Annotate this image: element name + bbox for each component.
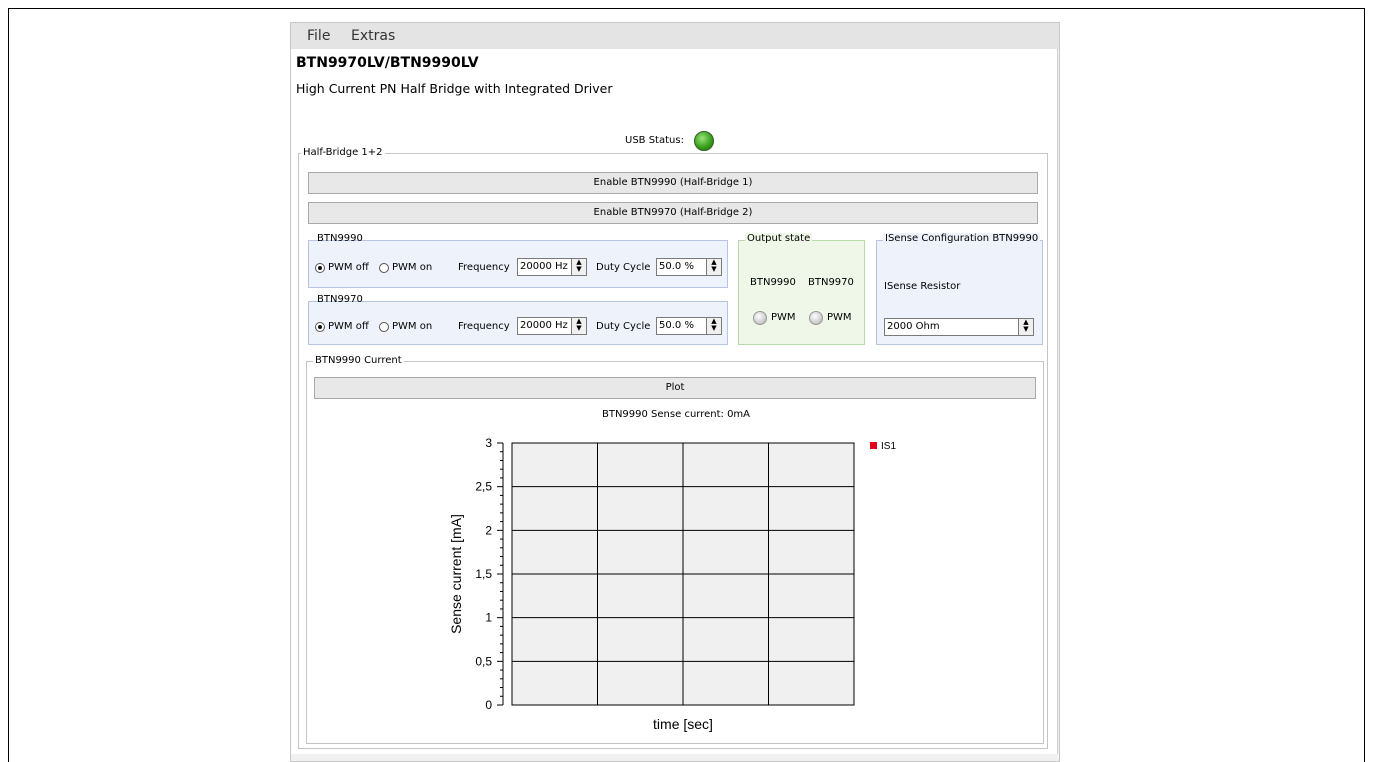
btn9970-duty-label: Duty Cycle: [596, 321, 651, 332]
btn9990-duty-value: 50.0 %: [659, 261, 694, 272]
btn9990-pwm-off-radio[interactable]: [315, 263, 325, 273]
btn9970-frequency-spinbox[interactable]: 20000 Hz ▲ ▼: [517, 317, 587, 335]
plot-button[interactable]: Plot: [314, 377, 1036, 399]
menu-extras[interactable]: Extras: [351, 28, 395, 44]
btn9970-frequency-label: Frequency: [458, 321, 510, 332]
page-title: BTN9970LV/BTN9990LV: [296, 55, 479, 71]
btn9970-duty-value: 50.0 %: [659, 320, 694, 331]
btn9970-pwm-on-radio[interactable]: [379, 322, 389, 332]
y-tick-label: 2: [485, 523, 492, 537]
btn9970-pwm-off-radio[interactable]: [315, 322, 325, 332]
spin-arrows-icon[interactable]: ▲ ▼: [706, 318, 721, 334]
half-bridge-group: Half-Bridge 1+2 Enable BTN9990 (Half-Bri…: [298, 147, 1048, 749]
app-window: File Extras BTN9970LV/BTN9990LV High Cur…: [290, 22, 1060, 762]
btn9970-pwm-led-label: PWM: [827, 312, 852, 323]
btn9970-pwm-led-icon: [809, 311, 823, 325]
isense-config-title: ISense Configuration BTN9990: [883, 233, 1041, 244]
isense-config-box: ISense Configuration BTN9990 ISense Resi…: [876, 233, 1043, 345]
enable-btn9990-button[interactable]: Enable BTN9990 (Half-Bridge 1): [308, 172, 1038, 194]
enable-btn9970-button[interactable]: Enable BTN9970 (Half-Bridge 2): [308, 202, 1038, 224]
btn9990-config-box: BTN9990 PWM off PWM on Frequency 20000 H…: [308, 233, 728, 288]
y-tick-label: 0,5: [475, 654, 492, 668]
btn9990-pwm-on-radio[interactable]: [379, 263, 389, 273]
legend-is1-label: IS1: [881, 441, 896, 452]
btn9990-frequency-label: Frequency: [458, 262, 510, 273]
output-state-col-btn9990: BTN9990: [750, 277, 796, 288]
spin-arrows-icon[interactable]: ▲ ▼: [706, 259, 721, 275]
btn9990-pwm-led-label: PWM: [771, 312, 796, 323]
isense-resistor-select[interactable]: 2000 Ohm ▲ ▼: [884, 318, 1034, 336]
btn9970-frequency-value: 20000 Hz: [520, 320, 568, 331]
y-tick-label: 1,5: [475, 567, 492, 581]
btn9990-pwm-led-icon: [753, 311, 767, 325]
menu-bar: File Extras: [291, 23, 1059, 49]
outer-frame-right: [1364, 8, 1365, 762]
legend-is1-swatch: [870, 442, 877, 449]
outer-frame-left: [8, 8, 9, 762]
btn9990-title: BTN9990: [317, 233, 363, 244]
y-tick-label: 0: [485, 698, 492, 712]
y-axis-label: Sense current [mA]: [448, 514, 464, 634]
spin-arrows-icon[interactable]: ▲ ▼: [571, 318, 586, 334]
btn9990-duty-spinbox[interactable]: 50.0 % ▲ ▼: [656, 258, 722, 276]
sense-current-chart: 0 0,5 1 1,5 2 2,5 3 Sense current [mA] time [s…: [448, 436, 896, 732]
btn9970-title: BTN9970: [317, 294, 363, 305]
btn9990-duty-label: Duty Cycle: [596, 262, 651, 273]
current-group-title: BTN9990 Current: [313, 355, 404, 366]
main-content: BTN9970LV/BTN9990LV High Current PN Half…: [291, 49, 1058, 754]
btn9990-frequency-spinbox[interactable]: 20000 Hz ▲ ▼: [517, 258, 587, 276]
page-subtitle: High Current PN Half Bridge with Integra…: [296, 81, 613, 96]
isense-resistor-label: ISense Resistor: [884, 281, 961, 292]
btn9970-pwm-off-label: PWM off: [328, 321, 369, 332]
btn9970-pwm-on-label: PWM on: [392, 321, 433, 332]
btn9970-config-box: BTN9970 PWM off PWM on Frequency 20000 H…: [308, 294, 728, 345]
current-group: BTN9990 Current Plot BTN9990 Sense curre…: [306, 355, 1044, 744]
y-tick-label: 2,5: [475, 480, 492, 494]
sense-current-readout: BTN9990 Sense current: 0mA: [601, 409, 751, 420]
y-tick-label: 3: [485, 436, 492, 450]
half-bridge-group-title: Half-Bridge 1+2: [301, 147, 385, 158]
output-state-col-btn9970: BTN9970: [808, 277, 854, 288]
isense-resistor-value: 2000 Ohm: [887, 321, 940, 332]
btn9990-pwm-on-label: PWM on: [392, 262, 433, 273]
output-state-box: Output state BTN9990 BTN9970 PWM PWM: [738, 233, 865, 345]
spin-arrows-icon[interactable]: ▲ ▼: [1018, 319, 1033, 335]
btn9970-duty-spinbox[interactable]: 50.0 % ▲ ▼: [656, 317, 722, 335]
output-state-title: Output state: [745, 233, 813, 244]
x-axis-label: time [sec]: [653, 716, 713, 732]
btn9990-frequency-value: 20000 Hz: [520, 261, 568, 272]
usb-status-led-icon: [694, 131, 714, 151]
usb-status-label: USB Status:: [625, 135, 684, 146]
spin-arrows-icon[interactable]: ▲ ▼: [571, 259, 586, 275]
y-tick-label: 1: [485, 611, 492, 625]
btn9990-pwm-off-label: PWM off: [328, 262, 369, 273]
outer-frame-top: [8, 8, 1365, 9]
menu-file[interactable]: File: [307, 28, 330, 44]
